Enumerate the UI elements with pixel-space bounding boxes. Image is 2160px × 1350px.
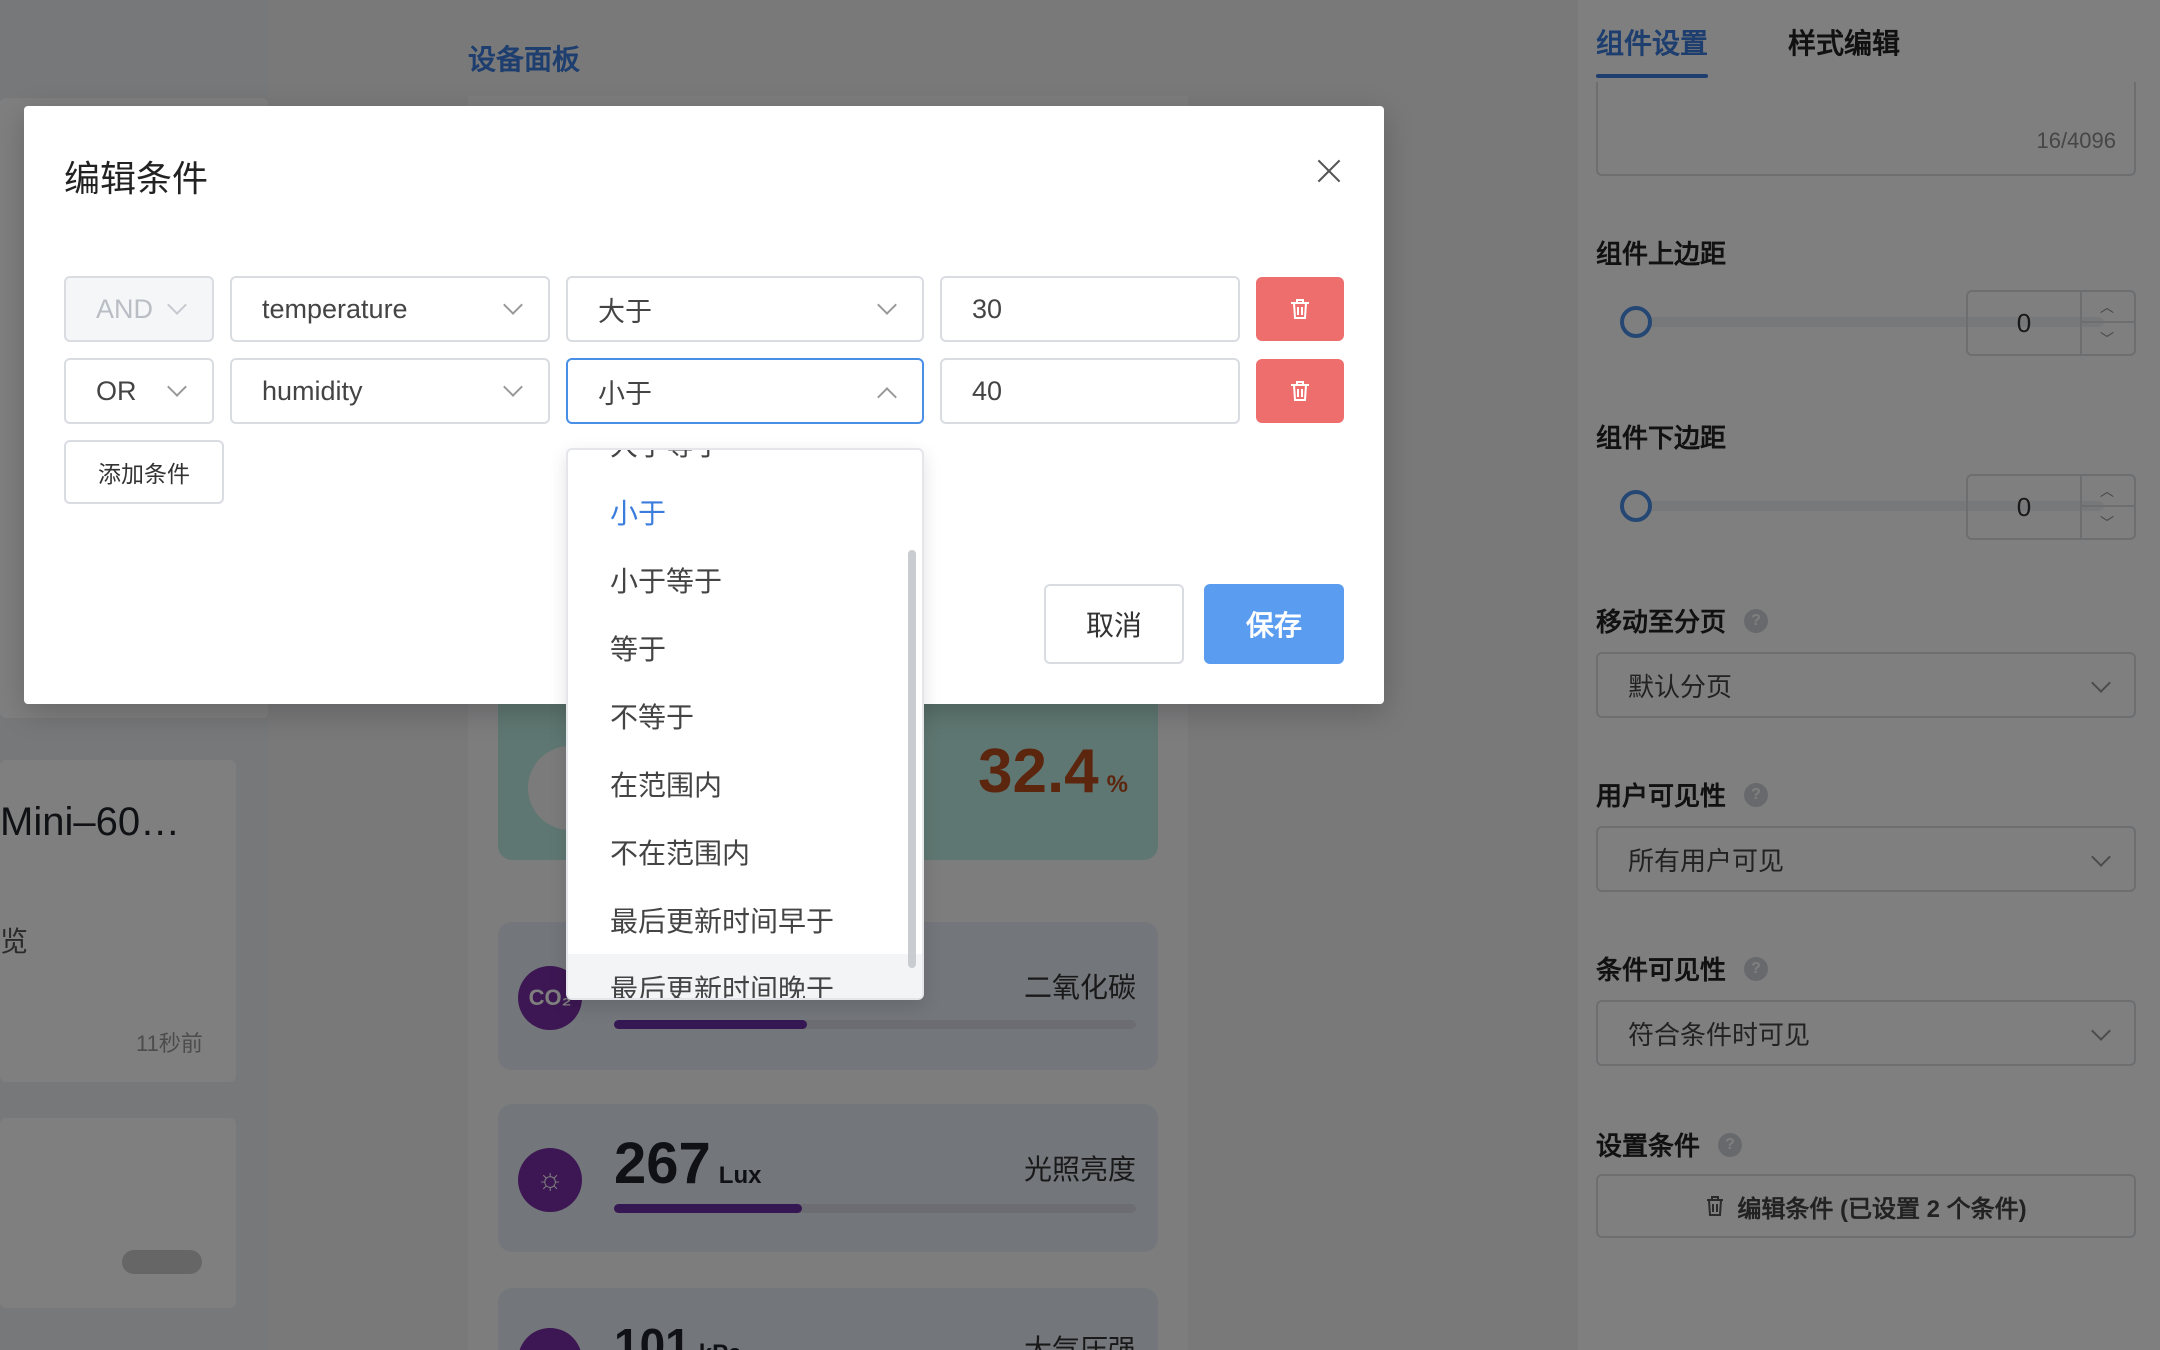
logic-value: AND [96, 293, 154, 324]
option-lte[interactable]: 小于等于 [568, 546, 922, 614]
trash-icon [1291, 381, 1309, 401]
field-select-row-2[interactable]: humidity [230, 358, 550, 424]
chevron-down-icon [167, 295, 187, 315]
value-input-row-1[interactable]: 30 [940, 276, 1240, 342]
operator-value: 小于 [598, 378, 652, 409]
operator-dropdown[interactable]: 大于等于 小于 小于等于 等于 不等于 在范围内 不在范围内 最后更新时间早于 … [566, 448, 924, 1000]
logic-value: OR [96, 375, 137, 406]
option-eq[interactable]: 等于 [568, 614, 922, 682]
value-input-row-2[interactable]: 40 [940, 358, 1240, 424]
dropdown-scrollbar[interactable] [908, 550, 916, 968]
chevron-down-icon [877, 295, 897, 315]
delete-row-2-button[interactable] [1256, 359, 1344, 423]
chevron-down-icon [503, 295, 523, 315]
delete-row-1-button[interactable] [1256, 277, 1344, 341]
chevron-down-icon [167, 377, 187, 397]
chevron-down-icon [503, 377, 523, 397]
field-select-row-1[interactable]: temperature [230, 276, 550, 342]
operator-select-row-1[interactable]: 大于 [566, 276, 924, 342]
field-value: temperature [262, 293, 408, 324]
chevron-up-icon [877, 387, 897, 407]
operator-select-row-2[interactable]: 小于 [566, 358, 924, 424]
option-updated-before[interactable]: 最后更新时间早于 [568, 886, 922, 954]
option-not-in-range[interactable]: 不在范围内 [568, 818, 922, 886]
trash-icon [1291, 299, 1309, 319]
logic-select-row-2[interactable]: OR [64, 358, 214, 424]
value-text: 30 [972, 293, 1003, 324]
operator-value: 大于 [598, 296, 652, 327]
option-gte[interactable]: 大于等于 [568, 450, 922, 478]
save-button[interactable]: 保存 [1204, 584, 1344, 664]
close-icon[interactable] [1314, 156, 1344, 186]
dialog-title: 编辑条件 [64, 158, 209, 199]
option-in-range[interactable]: 在范围内 [568, 750, 922, 818]
option-lt[interactable]: 小于 [568, 478, 922, 546]
option-neq[interactable]: 不等于 [568, 682, 922, 750]
add-condition-button[interactable]: 添加条件 [64, 440, 224, 504]
operator-options: 大于等于 小于 小于等于 等于 不等于 在范围内 不在范围内 最后更新时间早于 … [568, 450, 922, 998]
field-value: humidity [262, 375, 363, 406]
option-updated-after[interactable]: 最后更新时间晚于 [568, 954, 922, 998]
value-text: 40 [972, 375, 1003, 406]
cancel-button[interactable]: 取消 [1044, 584, 1184, 664]
logic-select-row-1: AND [64, 276, 214, 342]
